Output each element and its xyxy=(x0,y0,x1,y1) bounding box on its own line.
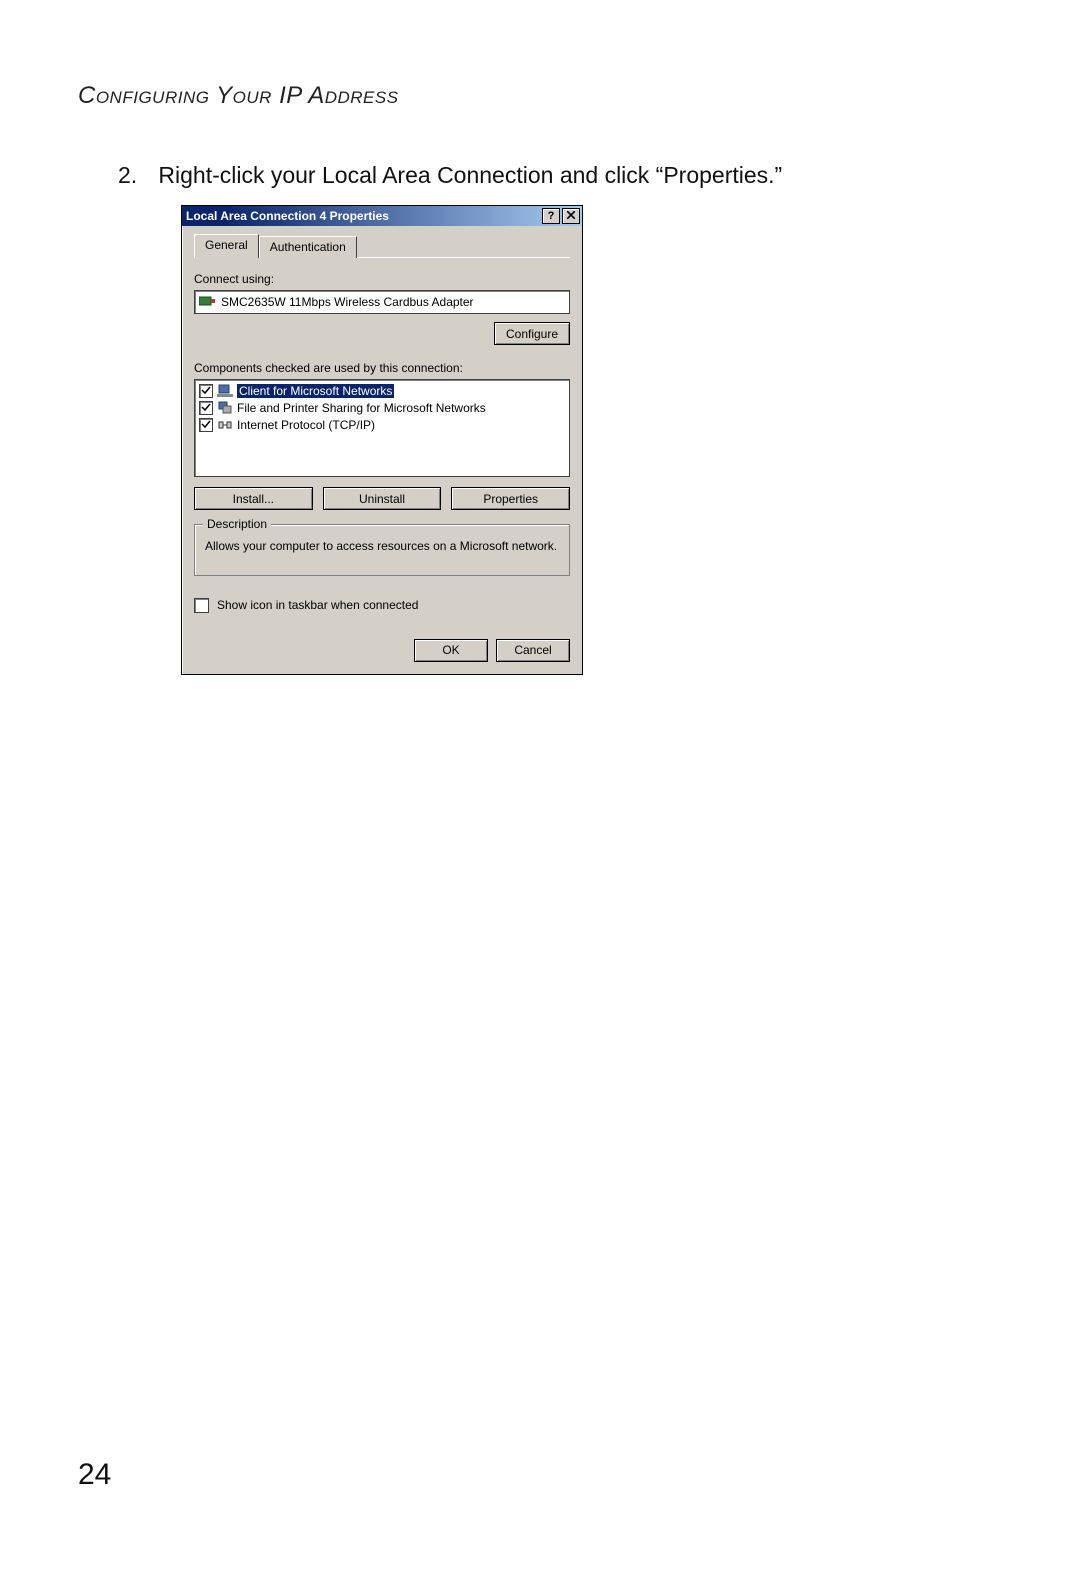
tab-panel-general: Connect using: SMC2635W 11Mbps Wireless … xyxy=(194,257,570,662)
checkbox[interactable] xyxy=(199,418,213,432)
button-label: Cancel xyxy=(514,643,551,657)
ok-button[interactable]: OK xyxy=(414,639,488,662)
section-title: Configuring Your IP Address xyxy=(78,82,399,110)
show-icon-label: Show icon in taskbar when connected xyxy=(217,598,418,612)
titlebar[interactable]: Local Area Connection 4 Properties ? xyxy=(182,206,582,226)
checkmark-icon xyxy=(201,401,211,415)
checkbox[interactable] xyxy=(199,384,213,398)
install-button[interactable]: Install... xyxy=(194,487,313,510)
step-text: Right-click your Local Area Connection a… xyxy=(158,162,782,188)
tab-general[interactable]: General xyxy=(194,234,259,258)
list-item-label: Client for Microsoft Networks xyxy=(237,384,394,398)
instruction-step: 2. Right-click your Local Area Connectio… xyxy=(118,162,782,189)
show-icon-row: Show icon in taskbar when connected xyxy=(194,598,570,613)
list-item[interactable]: Internet Protocol (TCP/IP) xyxy=(199,416,565,433)
components-list[interactable]: Client for Microsoft Networks File and P… xyxy=(194,379,570,477)
window-title: Local Area Connection 4 Properties xyxy=(186,209,542,223)
connect-using-label: Connect using: xyxy=(194,272,570,286)
button-label: Properties xyxy=(483,492,538,506)
adapter-field[interactable]: SMC2635W 11Mbps Wireless Cardbus Adapter xyxy=(194,290,570,314)
page-number: 24 xyxy=(78,1458,111,1492)
tab-strip: General Authentication xyxy=(194,234,570,258)
list-item-label: Internet Protocol (TCP/IP) xyxy=(237,418,375,432)
button-label: Configure xyxy=(506,327,558,341)
tab-label: General xyxy=(205,238,248,252)
properties-dialog: Local Area Connection 4 Properties ? Gen… xyxy=(181,205,583,675)
button-label: Install... xyxy=(233,492,274,506)
description-group: Description Allows your computer to acce… xyxy=(194,524,570,576)
configure-button[interactable]: Configure xyxy=(494,322,570,345)
dialog-body: General Authentication Connect using: SM… xyxy=(182,226,582,674)
tab-label: Authentication xyxy=(270,240,346,254)
help-button[interactable]: ? xyxy=(542,208,560,224)
button-label: Uninstall xyxy=(359,492,405,506)
list-item[interactable]: File and Printer Sharing for Microsoft N… xyxy=(199,399,565,416)
protocol-icon xyxy=(217,417,233,433)
uninstall-button[interactable]: Uninstall xyxy=(323,487,442,510)
dialog-footer: OK Cancel xyxy=(194,639,570,662)
cancel-button[interactable]: Cancel xyxy=(496,639,570,662)
list-item-label: File and Printer Sharing for Microsoft N… xyxy=(237,401,486,415)
share-icon xyxy=(217,400,233,416)
checkmark-icon xyxy=(201,418,211,432)
components-label: Components checked are used by this conn… xyxy=(194,361,570,375)
nic-icon xyxy=(199,295,215,310)
document-page: Configuring Your IP Address 2. Right-cli… xyxy=(0,0,1080,1570)
checkbox[interactable] xyxy=(199,401,213,415)
close-icon xyxy=(567,211,575,222)
button-label: OK xyxy=(442,643,459,657)
help-icon: ? xyxy=(548,211,555,222)
show-icon-checkbox[interactable] xyxy=(194,598,209,613)
adapter-name: SMC2635W 11Mbps Wireless Cardbus Adapter xyxy=(221,295,474,309)
checkmark-icon xyxy=(201,384,211,398)
description-text: Allows your computer to access resources… xyxy=(205,539,559,555)
list-item[interactable]: Client for Microsoft Networks xyxy=(199,382,565,399)
step-number: 2. xyxy=(118,162,152,189)
close-button[interactable] xyxy=(562,208,580,224)
description-legend: Description xyxy=(203,517,271,531)
tab-authentication[interactable]: Authentication xyxy=(259,236,357,258)
properties-button[interactable]: Properties xyxy=(451,487,570,510)
component-buttons: Install... Uninstall Properties xyxy=(194,487,570,510)
client-icon xyxy=(217,383,233,399)
